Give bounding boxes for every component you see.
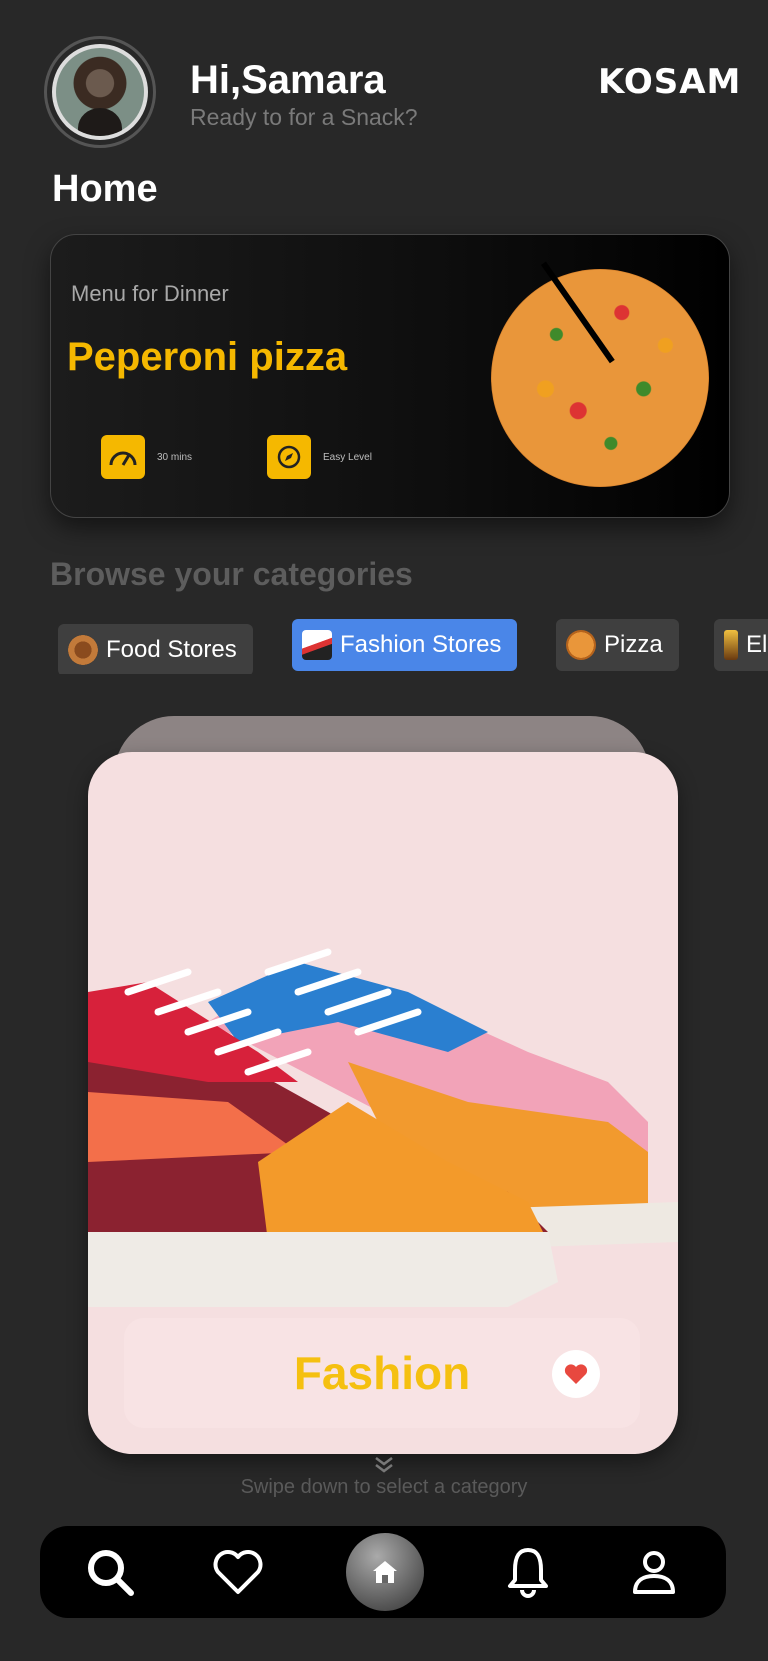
speedometer-icon [101,435,145,479]
level-meta: Easy Level [267,435,372,479]
page-title: Home [52,168,158,210]
search-icon [88,1550,134,1596]
nav-home[interactable] [346,1533,424,1611]
bottom-nav [40,1526,726,1618]
chevron-double-down-icon [375,1457,393,1473]
greeting: Hi,Samara [190,58,386,102]
sneaker-icon [302,630,332,660]
sneaker-image [88,948,678,1307]
chip-fashion-stores[interactable]: Fashion Stores [292,619,518,671]
menu-card[interactable]: Menu for Dinner Peperoni pizza 30 mins E… [50,234,730,518]
menu-label: Menu for Dinner [71,281,229,306]
pizza-icon [566,630,596,660]
time-text: 30 mins [157,451,193,463]
category-card[interactable]: Fashion [88,752,678,1454]
categories-heading: Browse your categories [50,556,413,592]
nav-favorites[interactable] [210,1544,266,1600]
bottle-icon [724,630,738,660]
category-label-panel: Fashion [124,1318,640,1428]
chip-pizza[interactable]: Pizza [556,619,679,671]
heart-icon [564,1364,588,1384]
heart-icon [213,1550,263,1594]
category-label: Fashion [293,1347,471,1399]
favorite-button[interactable] [552,1350,600,1398]
nav-notifications[interactable] [500,1544,556,1600]
compass-icon [267,435,311,479]
category-chips: Food Stores Fashion Stores Pizza El [0,618,768,674]
chip-label: Fashion Stores [340,631,502,658]
swipe-hint: Swipe down to select a category [240,1476,528,1498]
pizza-image [491,269,709,487]
chip-label: El [746,631,768,658]
greeting-subtitle: Ready to for a Snack? [190,104,418,130]
avatar[interactable] [44,36,156,148]
nav-profile[interactable] [626,1544,682,1600]
bell-icon [508,1548,548,1598]
chip-electronics[interactable]: El [714,619,768,671]
cookie-icon [68,635,98,665]
home-icon [373,1561,397,1583]
user-icon [633,1551,675,1594]
menu-title: Peperoni pizza [67,335,348,379]
chip-label: Food Stores [106,636,237,663]
chip-food-stores[interactable]: Food Stores [58,624,253,674]
avatar-photo [52,44,148,140]
brand-logo: KOSAM [598,62,742,102]
chip-label: Pizza [604,631,663,658]
time-meta: 30 mins [101,435,192,479]
nav-search[interactable] [82,1544,138,1600]
level-text: Easy Level [323,451,372,463]
